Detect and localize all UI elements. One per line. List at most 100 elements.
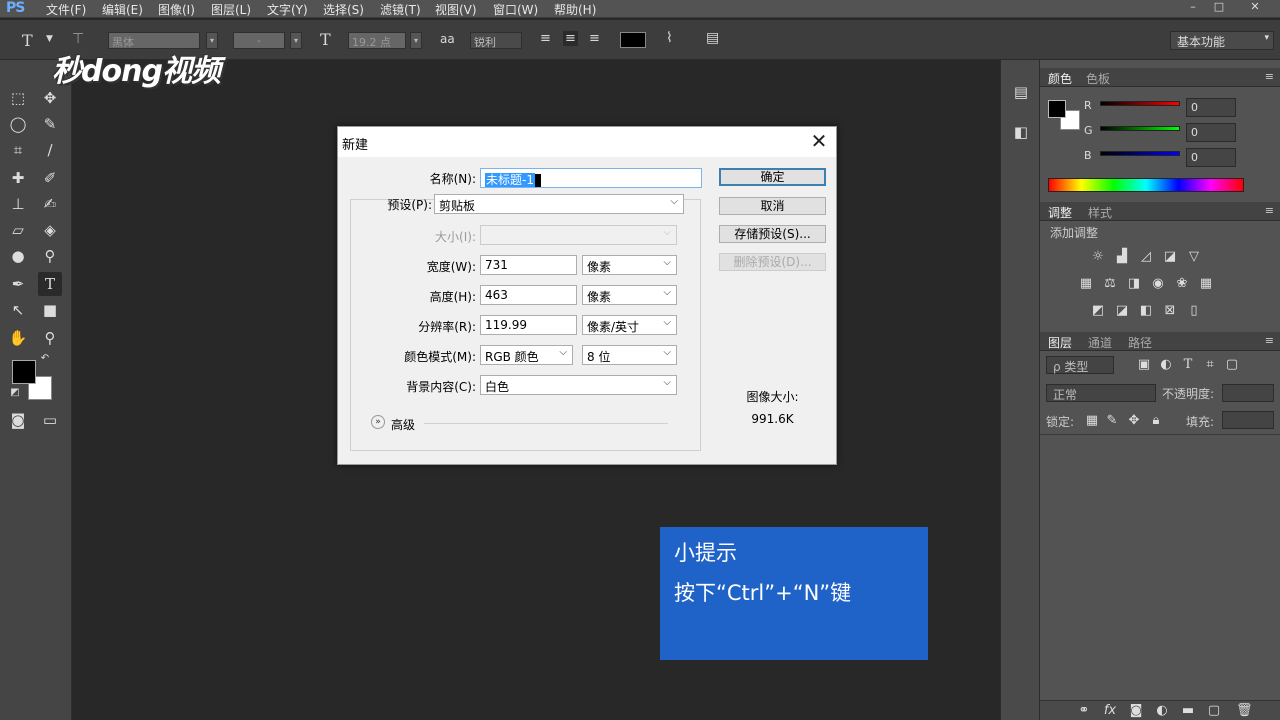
tab-color[interactable]: 颜色	[1048, 70, 1072, 87]
curves-icon[interactable]: ◿	[1138, 250, 1154, 264]
bit-depth-select[interactable]: 8 位 ⌵	[582, 345, 677, 365]
panel-foreground-swatch[interactable]	[1048, 100, 1066, 118]
brightness-icon[interactable]: ☼	[1090, 250, 1106, 264]
save-preset-button[interactable]: 存储预设(S)...	[719, 225, 826, 243]
new-layer-icon[interactable]: ▢	[1206, 704, 1222, 718]
posterize-icon[interactable]: ◪	[1114, 304, 1130, 318]
blend-mode-select[interactable]: 正常	[1046, 384, 1156, 402]
menu-filter[interactable]: 滤镜(T)	[380, 1, 421, 18]
font-size-field[interactable]: 19.2 点	[348, 32, 406, 49]
black-white-icon[interactable]: ◨	[1126, 277, 1142, 291]
fill-field[interactable]	[1222, 411, 1274, 429]
text-orientation-icon[interactable]: ⊤	[72, 31, 84, 47]
panel-menu-icon[interactable]: ≡	[1265, 204, 1274, 217]
screen-mode-icon[interactable]: ▭	[38, 408, 62, 432]
slider-b[interactable]	[1100, 151, 1180, 156]
exposure-icon[interactable]: ◪	[1162, 250, 1178, 264]
swap-colors-icon[interactable]: ↶	[38, 352, 52, 366]
history-brush-tool-icon[interactable]: ✍	[38, 192, 62, 216]
name-input[interactable]: 未标题-1	[480, 168, 702, 188]
hand-tool-icon[interactable]: ✋	[6, 326, 30, 350]
font-style-dropdown[interactable]: ▾	[290, 32, 302, 49]
height-input[interactable]: 463	[480, 285, 577, 305]
link-layers-icon[interactable]: ⚭	[1076, 704, 1092, 718]
type-tool-preset-icon[interactable]: T	[22, 31, 33, 50]
expand-advanced-icon[interactable]: »	[371, 415, 385, 429]
type-tool-icon[interactable]: T	[38, 272, 62, 296]
filter-type-icon[interactable]: T	[1180, 358, 1196, 372]
close-window-button[interactable]: ✕	[1244, 0, 1266, 14]
align-center-icon[interactable]: ≡	[563, 31, 578, 46]
zoom-tool-icon[interactable]: ⚲	[38, 326, 62, 350]
menu-view[interactable]: 视图(V)	[435, 1, 477, 18]
quick-mask-icon[interactable]: ◙	[6, 408, 30, 432]
tab-swatches[interactable]: 色板	[1086, 70, 1110, 87]
menu-layer[interactable]: 图层(L)	[211, 1, 251, 18]
dodge-tool-icon[interactable]: ⚲	[38, 244, 62, 268]
chevron-down-icon[interactable]: ▼	[46, 34, 53, 44]
width-unit-select[interactable]: 像素 ⌵	[582, 255, 677, 275]
advanced-label[interactable]: 高级	[391, 416, 415, 433]
filter-smart-object-icon[interactable]: ▢	[1224, 358, 1240, 372]
channel-mixer-icon[interactable]: ❀	[1174, 277, 1190, 291]
tab-adjustments[interactable]: 调整	[1048, 204, 1072, 221]
properties-panel-icon[interactable]: ◧	[1009, 120, 1033, 144]
panel-menu-icon[interactable]: ≡	[1265, 70, 1274, 83]
cancel-button[interactable]: 取消	[719, 197, 826, 215]
maximize-button[interactable]: □	[1208, 0, 1230, 14]
tab-paths[interactable]: 路径	[1128, 334, 1152, 351]
clone-stamp-tool-icon[interactable]: ⊥	[6, 192, 30, 216]
character-panel-icon[interactable]: ▤	[706, 30, 719, 46]
hue-saturation-icon[interactable]: ▦	[1078, 277, 1094, 291]
slider-g[interactable]	[1100, 126, 1180, 131]
marquee-tool-icon[interactable]: ⬚	[6, 86, 30, 110]
menu-image[interactable]: 图像(I)	[158, 1, 195, 18]
lock-all-icon[interactable]: 🔒︎	[1148, 414, 1164, 428]
width-input[interactable]: 731	[480, 255, 577, 275]
minimize-button[interactable]: –	[1182, 0, 1204, 14]
align-left-icon[interactable]: ≡	[540, 31, 551, 46]
default-colors-icon[interactable]: ◩	[8, 386, 22, 400]
close-icon[interactable]: ✕	[808, 131, 830, 153]
rectangle-tool-icon[interactable]: ■	[38, 298, 62, 322]
menu-help[interactable]: 帮助(H)	[554, 1, 596, 18]
panel-menu-icon[interactable]: ≡	[1265, 334, 1274, 347]
menu-edit[interactable]: 编辑(E)	[102, 1, 143, 18]
menu-file[interactable]: 文件(F)	[46, 1, 86, 18]
new-group-icon[interactable]: ▬	[1180, 704, 1196, 718]
filter-adjustment-icon[interactable]: ◐	[1158, 358, 1174, 372]
menu-select[interactable]: 选择(S)	[323, 1, 364, 18]
value-b[interactable]: 0	[1186, 148, 1236, 167]
tab-layers[interactable]: 图层	[1048, 334, 1072, 351]
lock-image-icon[interactable]: ✎	[1104, 414, 1120, 428]
slider-r[interactable]	[1100, 101, 1180, 106]
lasso-tool-icon[interactable]: ◯	[6, 112, 30, 136]
invert-icon[interactable]: ◩	[1090, 304, 1106, 318]
gradient-map-icon[interactable]: ▯	[1186, 304, 1202, 318]
add-mask-icon[interactable]: ◙	[1128, 704, 1144, 718]
levels-icon[interactable]: ▟	[1114, 250, 1130, 264]
blur-tool-icon[interactable]: ●	[6, 244, 30, 268]
lock-position-icon[interactable]: ✥	[1126, 414, 1142, 428]
eraser-tool-icon[interactable]: ▱	[6, 218, 30, 242]
layer-style-icon[interactable]: fx	[1102, 704, 1118, 718]
vibrance-icon[interactable]: ▽	[1186, 250, 1202, 264]
path-selection-tool-icon[interactable]: ↖	[6, 298, 30, 322]
color-spectrum-ramp[interactable]	[1048, 178, 1244, 192]
delete-layer-icon[interactable]: 🗑︎	[1236, 704, 1253, 718]
antialias-select[interactable]: 锐利	[470, 32, 522, 49]
height-unit-select[interactable]: 像素 ⌵	[582, 285, 677, 305]
selective-color-icon[interactable]: ⊠	[1162, 304, 1178, 318]
resolution-unit-select[interactable]: 像素/英寸 ⌵	[582, 315, 677, 335]
eyedropper-tool-icon[interactable]: ∕	[38, 138, 62, 162]
text-color-swatch[interactable]	[620, 32, 646, 48]
menu-window[interactable]: 窗口(W)	[493, 1, 538, 18]
filter-shape-icon[interactable]: ⌗	[1202, 358, 1218, 372]
filter-pixel-icon[interactable]: ▣	[1136, 358, 1152, 372]
lock-transparent-icon[interactable]: ▦	[1084, 414, 1100, 428]
foreground-color-swatch[interactable]	[12, 360, 36, 384]
value-g[interactable]: 0	[1186, 123, 1236, 142]
tab-styles[interactable]: 样式	[1088, 204, 1112, 221]
menu-type[interactable]: 文字(Y)	[267, 1, 308, 18]
font-style-field[interactable]: -	[233, 32, 285, 49]
